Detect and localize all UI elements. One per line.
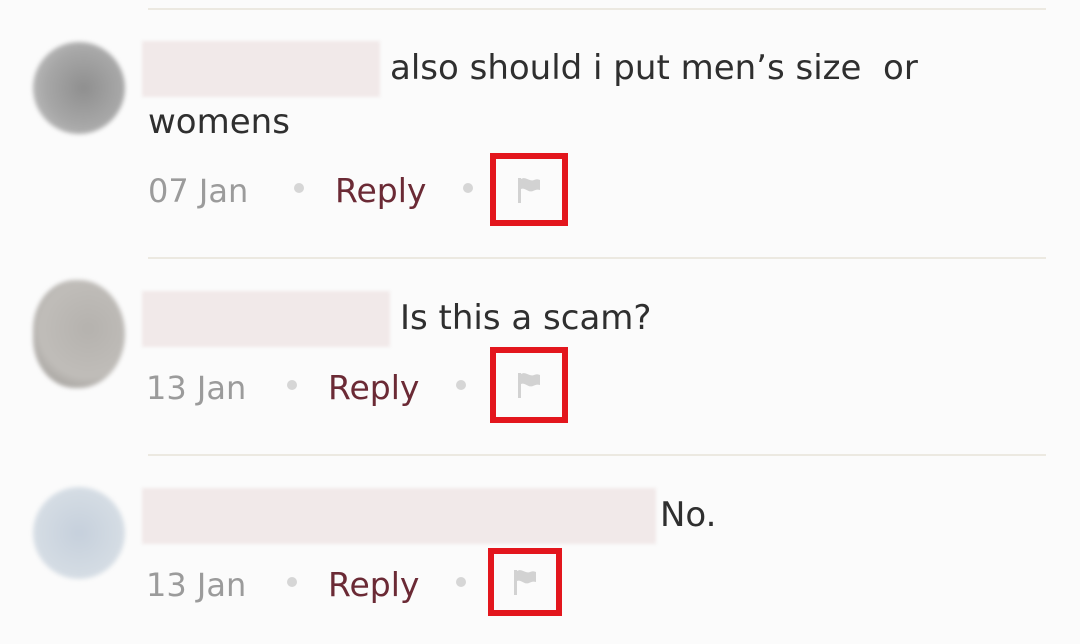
comment-date: 07 Jan — [148, 172, 249, 210]
separator-dot — [456, 577, 466, 587]
separator-dot — [287, 577, 297, 587]
flag-highlight-box — [490, 347, 568, 423]
flag-highlight-box — [488, 548, 562, 616]
avatar[interactable] — [33, 42, 125, 134]
separator-dot — [287, 380, 297, 390]
reply-button[interactable]: Reply — [328, 565, 419, 605]
flag-highlight-box — [490, 153, 568, 226]
divider — [148, 8, 1046, 10]
separator-dot — [294, 183, 304, 193]
flag-icon[interactable] — [512, 568, 538, 596]
flag-icon[interactable] — [516, 176, 542, 204]
comment-text: No. — [660, 495, 717, 535]
username-redacted[interactable] — [142, 41, 380, 97]
avatar[interactable] — [33, 487, 125, 579]
separator-dot — [463, 183, 473, 193]
comment-text: also should i put men’s size or — [390, 48, 918, 88]
reply-button[interactable]: Reply — [335, 171, 426, 211]
flag-icon[interactable] — [516, 371, 542, 399]
divider — [148, 257, 1046, 259]
username-redacted[interactable] — [142, 488, 656, 544]
divider — [148, 454, 1046, 456]
reply-button[interactable]: Reply — [328, 368, 419, 408]
comment-date: 13 Jan — [146, 369, 247, 407]
comment-text: Is this a scam? — [400, 298, 652, 338]
comment-text-continued: womens — [148, 102, 290, 142]
avatar[interactable] — [33, 280, 125, 388]
comment-date: 13 Jan — [146, 566, 247, 604]
username-redacted[interactable] — [142, 291, 390, 347]
separator-dot — [456, 380, 466, 390]
